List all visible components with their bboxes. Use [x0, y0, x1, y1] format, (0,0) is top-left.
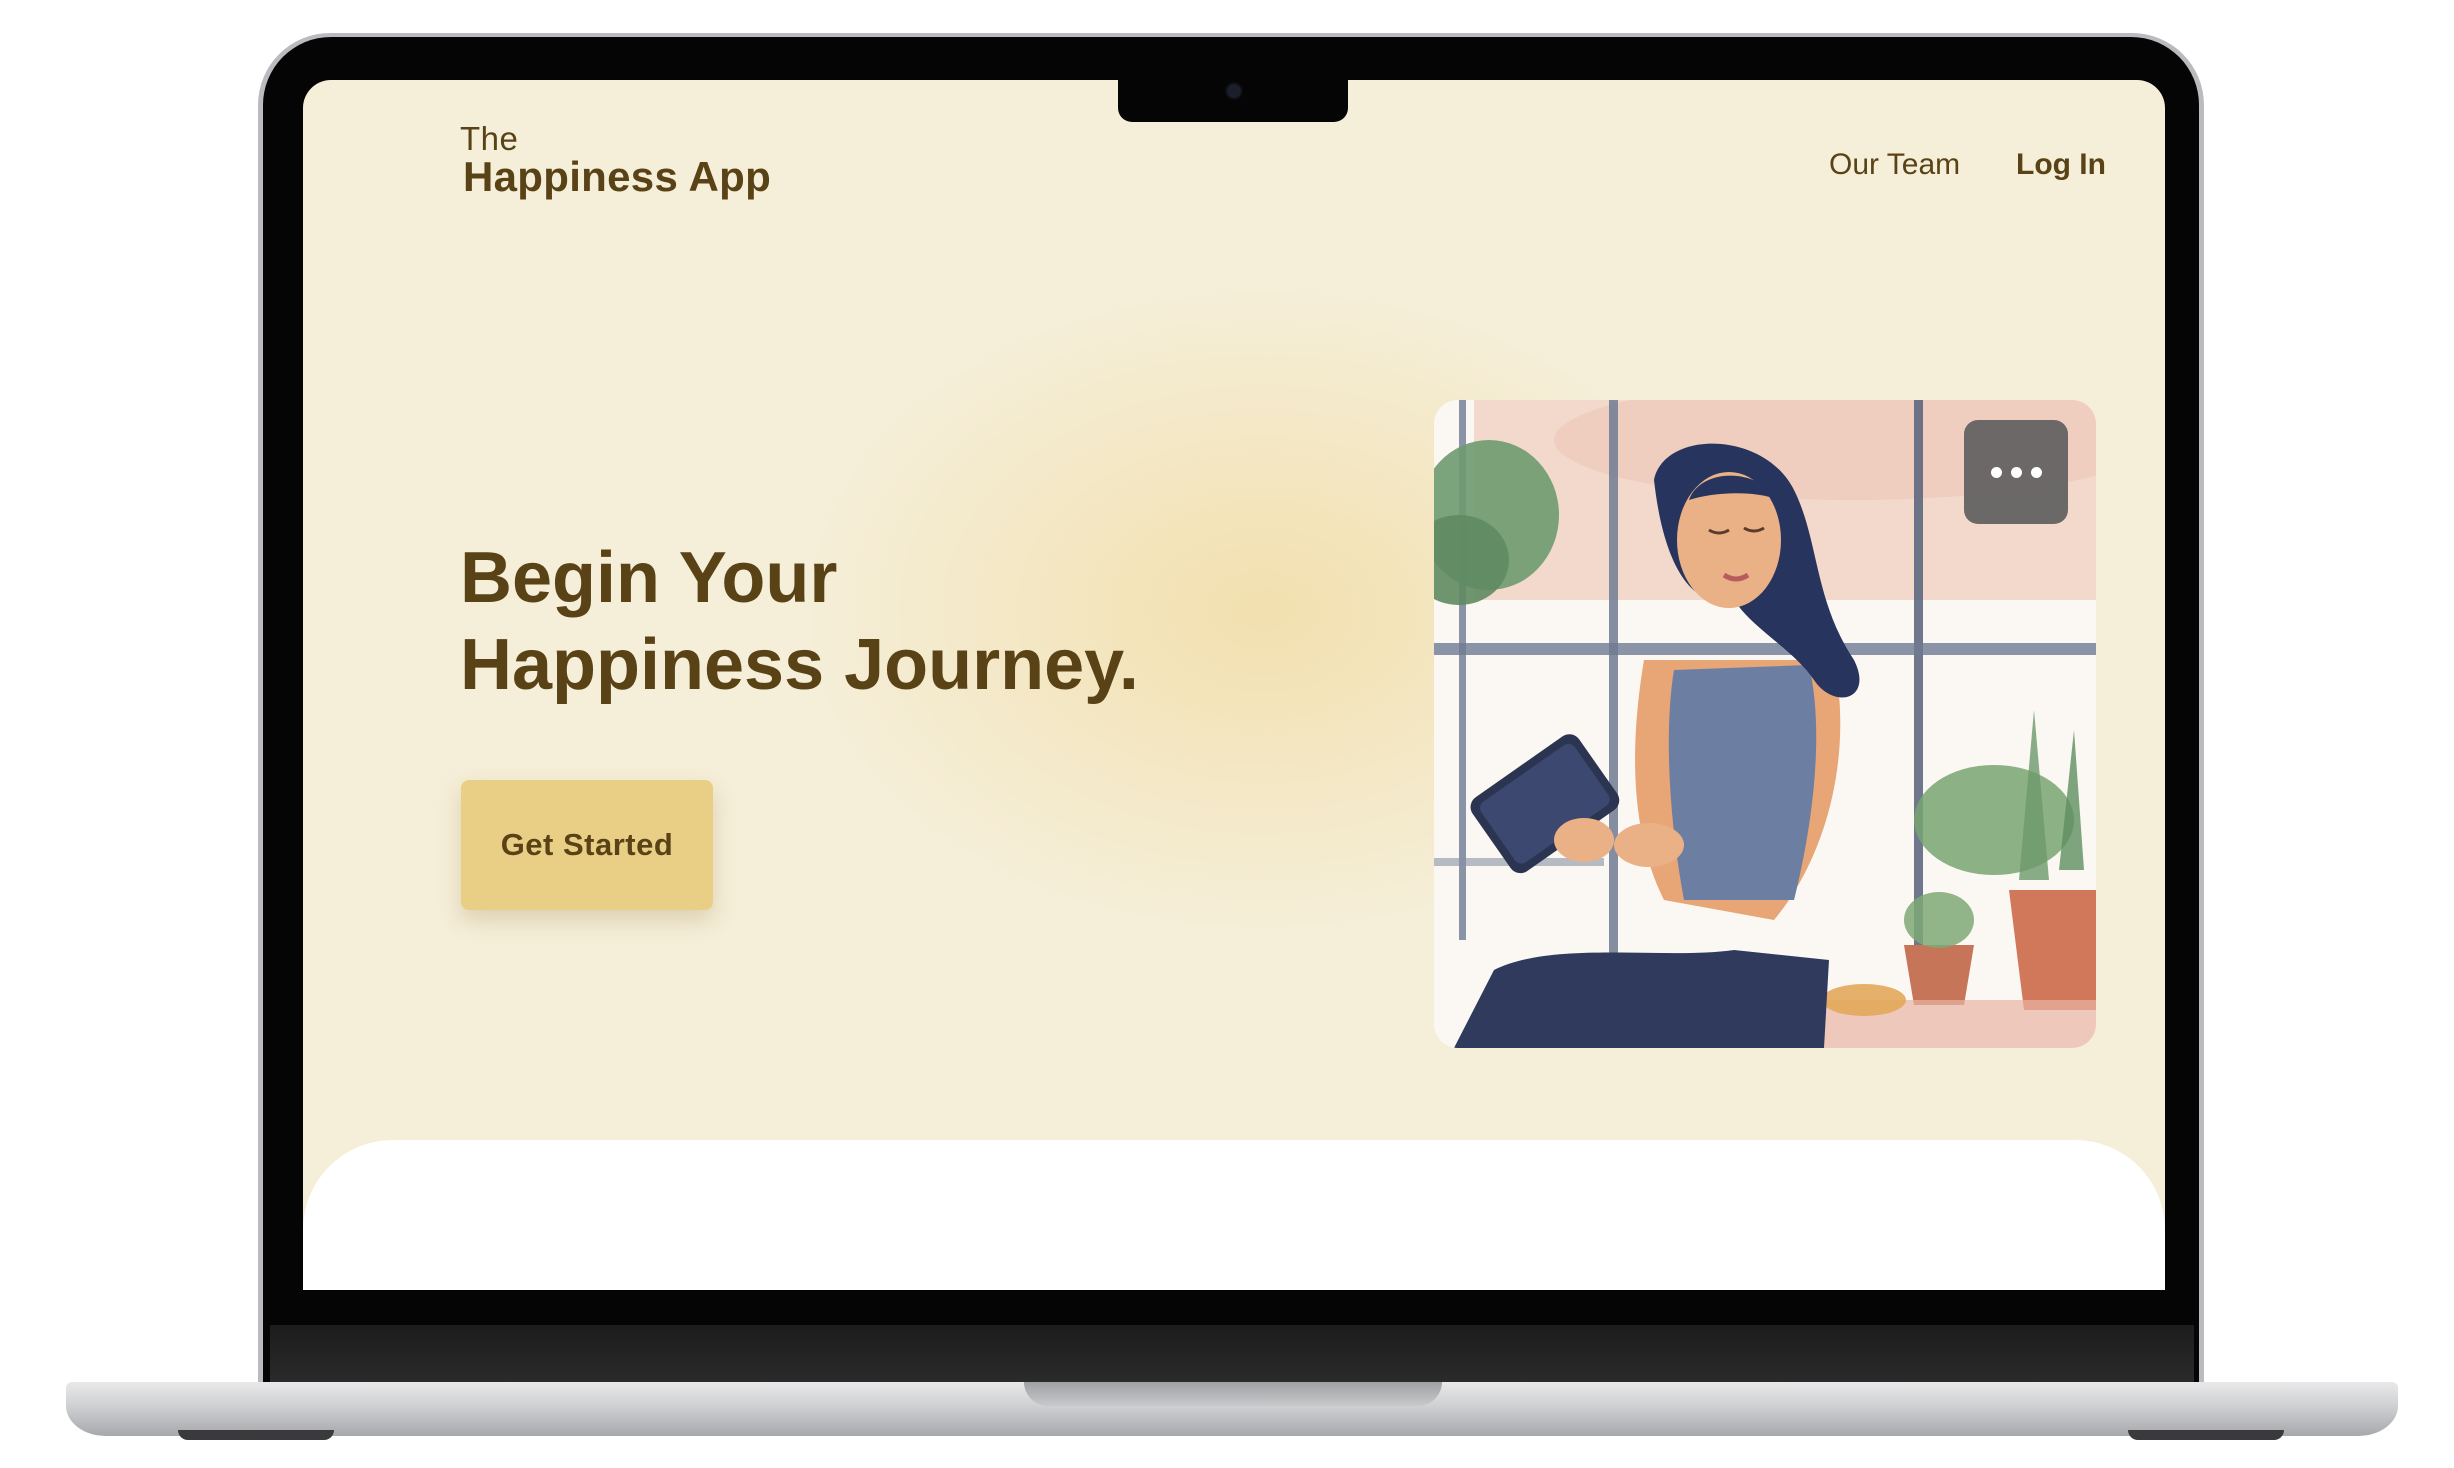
hero-headline: Begin Your Happiness Journey. [460, 535, 1360, 709]
headline-line-2: Happiness Journey. [460, 625, 1139, 705]
get-started-button[interactable]: Get Started [461, 780, 713, 910]
more-dots-icon [2030, 466, 2042, 478]
headline-line-1: Begin Your [460, 538, 838, 618]
logo-title[interactable]: Happiness App [463, 153, 771, 201]
laptop-foot-left [178, 1430, 334, 1440]
more-dots-icon [2010, 466, 2022, 478]
laptop-hinge [270, 1325, 2194, 1385]
laptop-foot-right [2128, 1430, 2284, 1440]
nav-log-in[interactable]: Log In [2016, 148, 2106, 182]
more-options-button[interactable] [1964, 420, 2068, 524]
webcam-icon [1225, 82, 1243, 100]
nav-our-team[interactable]: Our Team [1829, 148, 1960, 182]
more-dots-icon [1990, 466, 2002, 478]
content-panel [303, 1140, 2165, 1290]
browser-screen: The Happiness App Our Team Log In Begin … [303, 80, 2165, 1290]
hero-illustration-card [1434, 400, 2096, 1048]
trackpad-notch [1024, 1382, 1442, 1406]
